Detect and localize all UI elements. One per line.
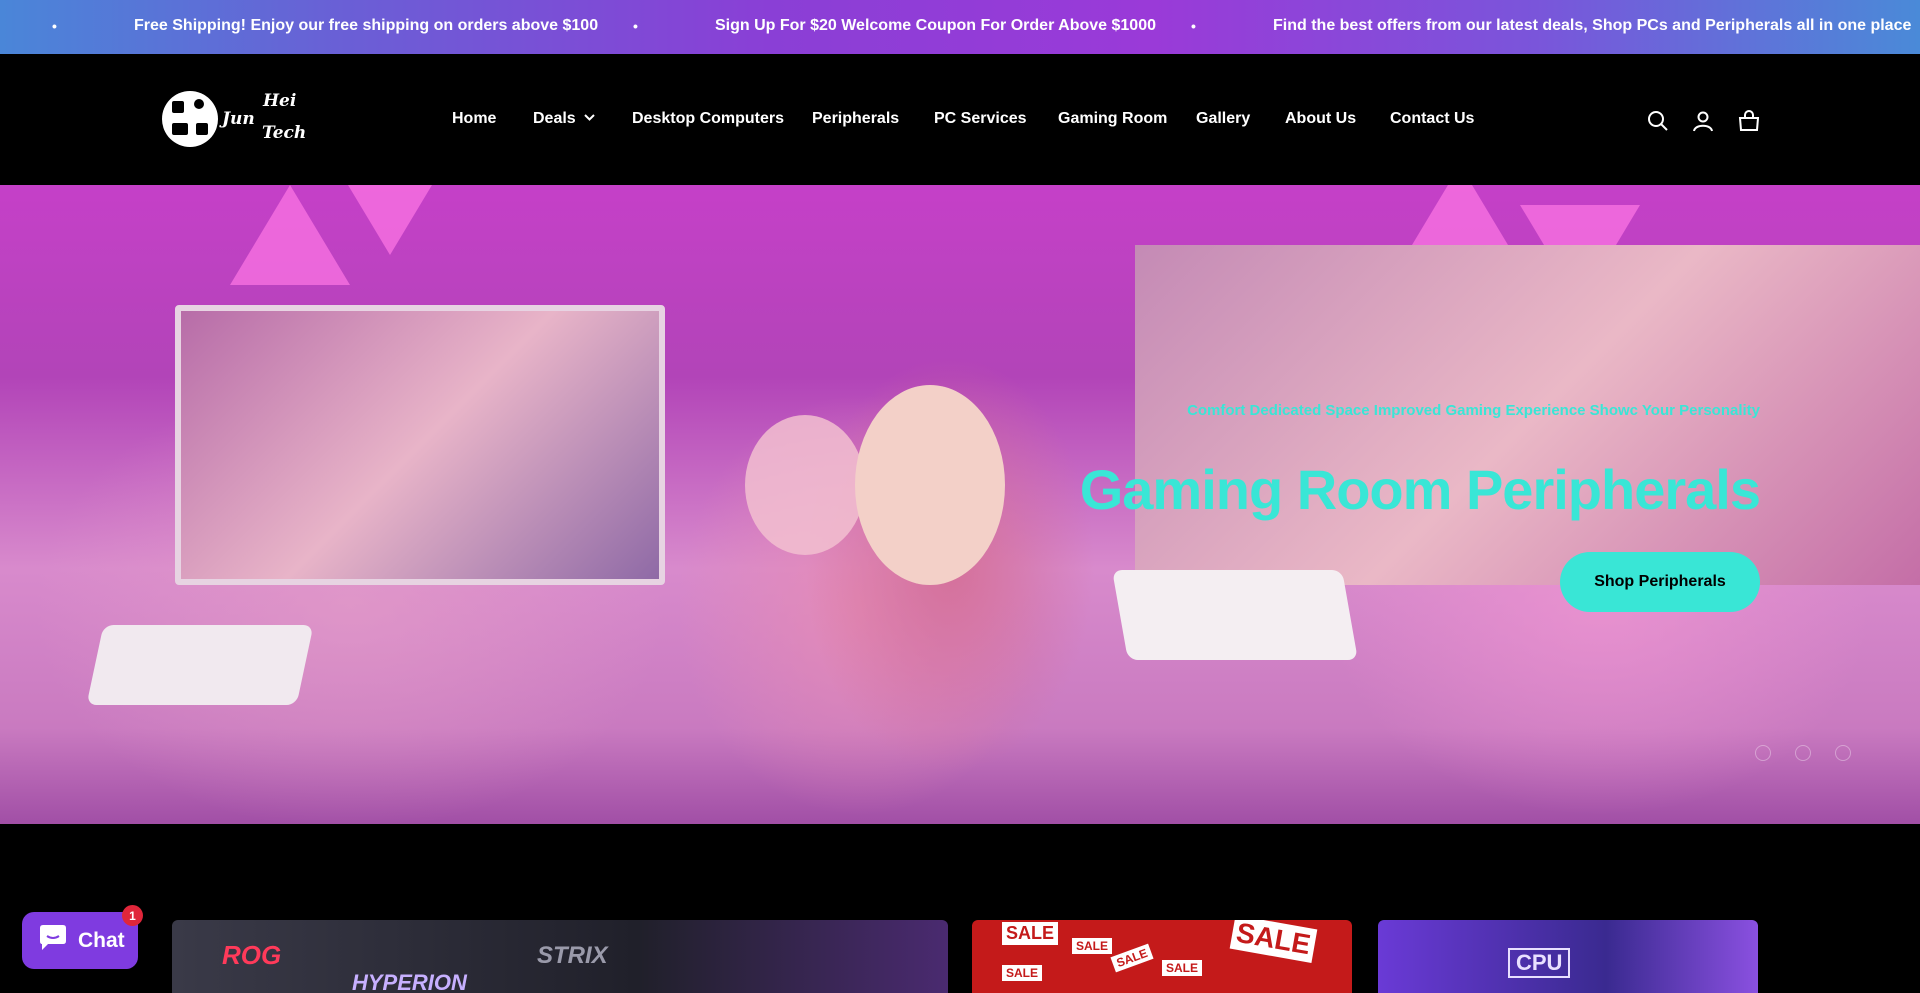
hero-title: Gaming Room Peripherals xyxy=(1079,458,1761,521)
hero-keyboard-left xyxy=(86,625,314,705)
sale-tag: SALE xyxy=(1072,938,1113,954)
sale-tag: SALE xyxy=(1110,943,1154,973)
announcement-bar: • Free Shipping! Enjoy our free shipping… xyxy=(0,0,1920,54)
chevron-down-icon xyxy=(583,112,595,124)
cart-icon[interactable] xyxy=(1737,109,1761,133)
site-header: Hei Jun Tech Home Deals Desktop Computer… xyxy=(0,54,1920,185)
tile-text: HYPERION xyxy=(352,970,467,993)
account-icon[interactable] xyxy=(1691,109,1715,133)
search-icon[interactable] xyxy=(1646,109,1670,133)
nav-deals[interactable]: Deals xyxy=(533,110,595,128)
nav-gaming-room[interactable]: Gaming Room xyxy=(1058,110,1167,128)
tile-text: CPU xyxy=(1508,948,1571,978)
nav-home[interactable]: Home xyxy=(452,110,496,128)
main-nav: Home Deals Desktop Computers Peripherals… xyxy=(0,110,1920,134)
nav-gallery[interactable]: Gallery xyxy=(1196,110,1250,128)
hero-headphone xyxy=(745,415,865,555)
announcement-separator: • xyxy=(633,18,638,34)
tile-brand-text: ROG xyxy=(222,940,282,970)
nav-deals-label: Deals xyxy=(533,110,576,127)
chat-icon xyxy=(38,924,68,958)
shop-peripherals-button[interactable]: Shop Peripherals xyxy=(1560,552,1760,612)
chat-label: Chat xyxy=(78,928,125,952)
nav-contact-us[interactable]: Contact Us xyxy=(1390,110,1474,128)
announcement-message[interactable]: Find the best offers from our latest dea… xyxy=(1273,17,1911,35)
slider-dot[interactable] xyxy=(1795,745,1811,761)
collection-tile-deals[interactable]: SALE SALE SALE SALE SALE SALE xyxy=(972,920,1352,993)
announcement-message[interactable]: Free Shipping! Enjoy our free shipping o… xyxy=(134,17,598,35)
sale-tag: SALE xyxy=(1002,965,1043,981)
nav-desktop-computers[interactable]: Desktop Computers xyxy=(632,110,784,128)
tile-text: STRIX xyxy=(537,942,608,969)
logo-text-hei: Hei xyxy=(263,91,297,111)
hero-eyebrow: Comfort Dedicated Space Improved Gaming … xyxy=(1187,402,1760,419)
chat-notification-badge: 1 xyxy=(122,905,143,926)
collections-section: ROG STRIX HYPERION SALE SALE SALE SALE S… xyxy=(0,824,1920,993)
hero-monitor-left xyxy=(175,305,665,585)
hero-banner: Comfort Dedicated Space Improved Gaming … xyxy=(0,185,1920,824)
collection-tile-pcs[interactable]: ROG STRIX HYPERION xyxy=(172,920,948,993)
hero-face xyxy=(855,385,1005,585)
light-panel xyxy=(330,185,450,255)
slider-dot[interactable] xyxy=(1755,745,1771,761)
chat-button[interactable]: Chat xyxy=(22,912,138,969)
nav-about-us[interactable]: About Us xyxy=(1285,110,1356,128)
announcement-separator: • xyxy=(52,18,57,34)
sale-tag: SALE xyxy=(1229,920,1318,963)
nav-pc-services[interactable]: PC Services xyxy=(934,110,1027,128)
collection-tile-services[interactable]: CPU xyxy=(1378,920,1758,993)
sale-tag: SALE xyxy=(1162,960,1203,976)
sale-tag: SALE xyxy=(1002,922,1059,945)
slider-dots xyxy=(1755,741,1875,765)
announcement-message[interactable]: Sign Up For $20 Welcome Coupon For Order… xyxy=(715,17,1156,35)
slider-dot[interactable] xyxy=(1835,745,1851,761)
nav-peripherals[interactable]: Peripherals xyxy=(812,110,899,128)
announcement-separator: • xyxy=(1191,18,1196,34)
